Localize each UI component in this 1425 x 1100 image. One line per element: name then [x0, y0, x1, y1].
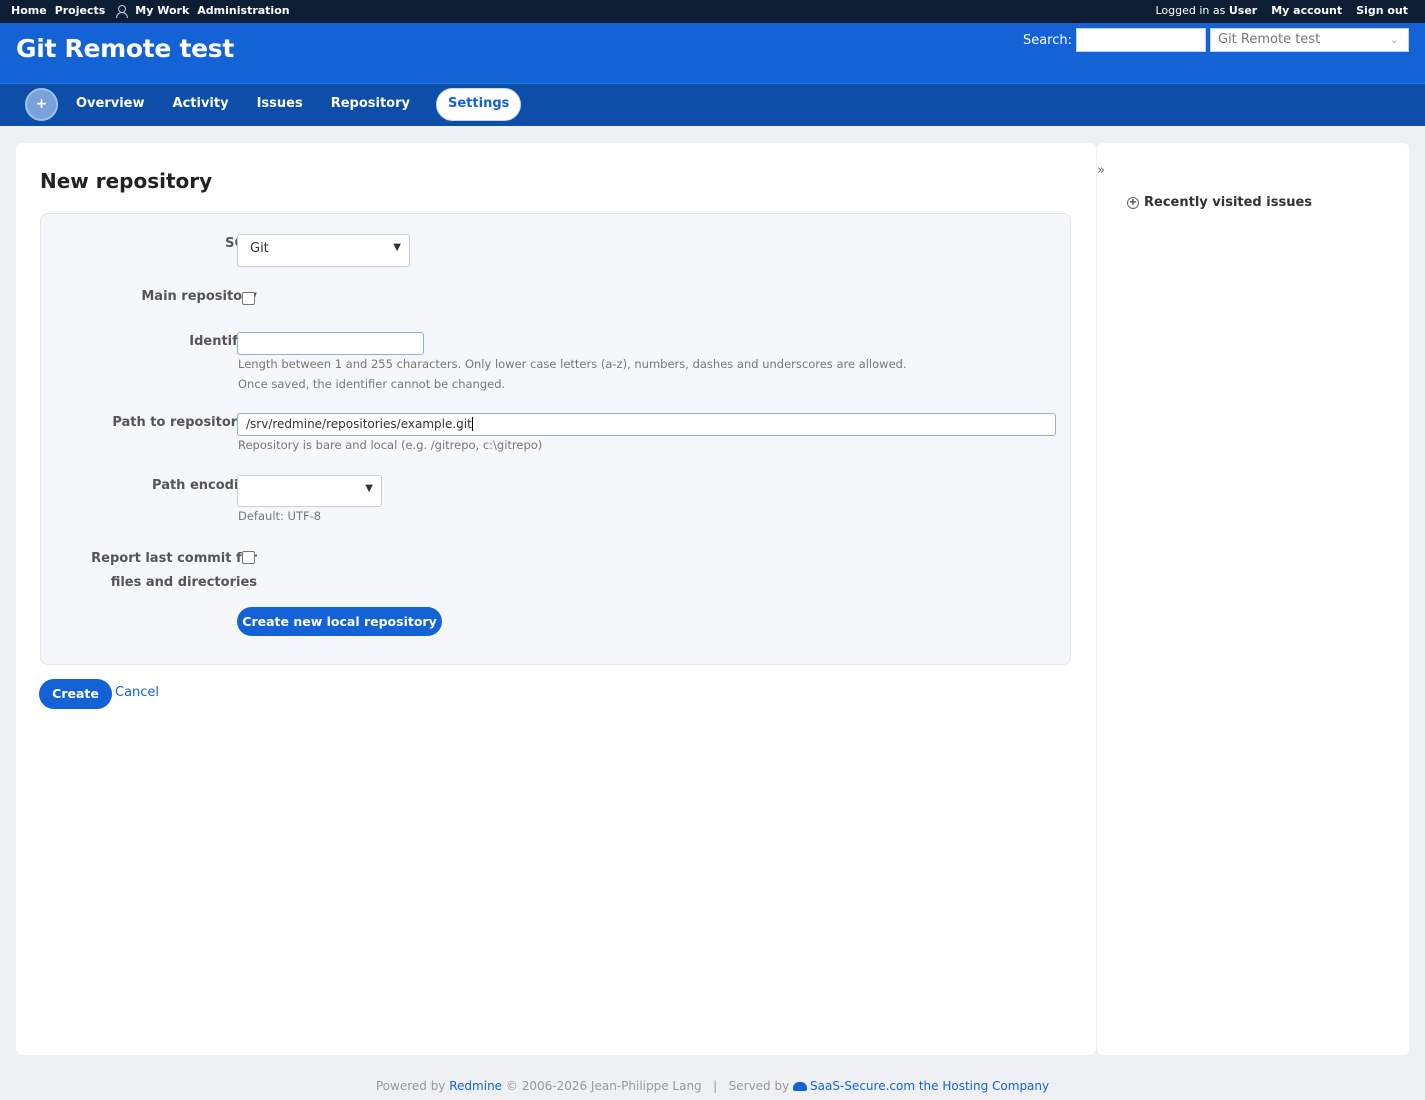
logged-in-status: Logged in as User	[1155, 4, 1257, 17]
new-object-button[interactable]: +	[25, 88, 58, 121]
tab-repository[interactable]: Repository	[317, 88, 424, 121]
top-menu-projects[interactable]: Projects	[55, 4, 106, 17]
redmine-link[interactable]: Redmine	[449, 1079, 502, 1093]
path-encoding-label: Path encoding	[152, 478, 257, 493]
project-jump-value: Git Remote test	[1218, 32, 1321, 47]
footer-served-by: Served by	[728, 1079, 790, 1093]
footer-powered-by: Powered by	[375, 1079, 446, 1093]
chevron-down-icon: ▼	[365, 483, 373, 494]
chevron-down-icon: ▼	[393, 242, 401, 253]
host-link[interactable]: SaaS-Secure.com the Hosting Company	[810, 1079, 1049, 1093]
path-label: Path to repository *	[112, 415, 257, 430]
search-input[interactable]	[1076, 28, 1206, 52]
my-account-link[interactable]: My account	[1271, 4, 1342, 17]
text-caret	[471, 417, 473, 431]
cloud-icon	[793, 1082, 808, 1091]
create-button[interactable]: Create	[39, 679, 112, 709]
report-last-commit-label-line2: files and directories	[110, 575, 257, 590]
path-value: /srv/redmine/repositories/example.git	[246, 417, 472, 431]
footer: Powered by Redmine © 2006-2026 Jean-Phil…	[0, 1074, 1425, 1100]
logged-in-prefix: Logged in as	[1155, 4, 1226, 17]
user-icon	[115, 4, 129, 18]
header: Git Remote test Search: Git Remote test …	[0, 23, 1425, 83]
recently-visited-issues-toggle[interactable]: + Recently visited issues	[1127, 195, 1312, 210]
main-menu: + Overview Activity Issues Repository Se…	[0, 83, 1425, 126]
sign-out-link[interactable]: Sign out	[1356, 4, 1408, 17]
top-menu-left: Home Projects My Work Administration	[11, 4, 290, 18]
scm-value: Git	[250, 241, 269, 256]
cancel-link[interactable]: Cancel	[115, 685, 159, 700]
chevron-down-icon: ⌄	[1389, 33, 1399, 46]
project-tabs: Overview Activity Issues Repository Sett…	[62, 88, 522, 121]
sidebar: » + Recently visited issues	[1097, 143, 1409, 1055]
search-label: Search:	[1022, 32, 1072, 48]
top-menu: Home Projects My Work Administration Log…	[0, 0, 1425, 23]
page-title: New repository	[40, 169, 213, 193]
tab-overview[interactable]: Overview	[62, 88, 159, 121]
path-input[interactable]: /srv/redmine/repositories/example.git	[237, 413, 1056, 436]
sidebar-toggle-icon[interactable]: »	[1097, 163, 1105, 178]
identifier-label: Identifier	[189, 334, 257, 349]
tab-issues[interactable]: Issues	[243, 88, 317, 121]
identifier-hint-length: Length between 1 and 255 characters. Onl…	[238, 357, 907, 371]
quick-search: Search: Git Remote test ⌄	[1023, 28, 1409, 52]
recently-visited-issues-title: Recently visited issues	[1144, 195, 1313, 210]
top-menu-administration[interactable]: Administration	[197, 4, 289, 17]
footer-separator: |	[713, 1079, 718, 1093]
report-last-commit-label-line1: Report last commit for	[91, 551, 257, 566]
top-menu-right: Logged in as User My account Sign out	[1155, 4, 1408, 17]
identifier-hint-immutable: Once saved, the identifier cannot be cha…	[238, 377, 506, 391]
scm-label: SCM	[41, 236, 257, 251]
project-title: Git Remote test	[16, 34, 235, 63]
report-last-commit-checkbox[interactable]	[242, 551, 255, 564]
footer-copyright: © 2006-2026 Jean-Philippe Lang	[505, 1079, 702, 1093]
project-jump-select[interactable]: Git Remote test ⌄	[1210, 28, 1409, 52]
top-menu-my-work[interactable]: My Work	[135, 4, 189, 17]
logged-in-user-link[interactable]: User	[1229, 4, 1257, 17]
create-local-repository-button[interactable]: Create new local repository	[237, 607, 442, 636]
tab-activity[interactable]: Activity	[159, 88, 243, 121]
report-last-commit-label: Report last commit for files and directo…	[41, 547, 257, 595]
path-encoding-hint: Default: UTF-8	[238, 509, 322, 523]
scm-select[interactable]: Git ▼	[237, 234, 410, 267]
expand-plus-icon: +	[1127, 196, 1139, 209]
path-encoding-select[interactable]: ▼	[237, 475, 382, 507]
main-content: New repository SCM Git ▼ Main repository…	[16, 143, 1096, 1055]
path-hint: Repository is bare and local (e.g. /gitr…	[238, 438, 543, 452]
tab-settings[interactable]: Settings	[436, 88, 522, 121]
repository-form-box: SCM Git ▼ Main repository Identifier Len…	[40, 213, 1071, 665]
top-menu-home[interactable]: Home	[11, 4, 47, 17]
main-repository-label: Main repository	[141, 289, 257, 304]
main-repository-checkbox[interactable]	[242, 292, 255, 305]
identifier-input[interactable]	[237, 332, 424, 355]
